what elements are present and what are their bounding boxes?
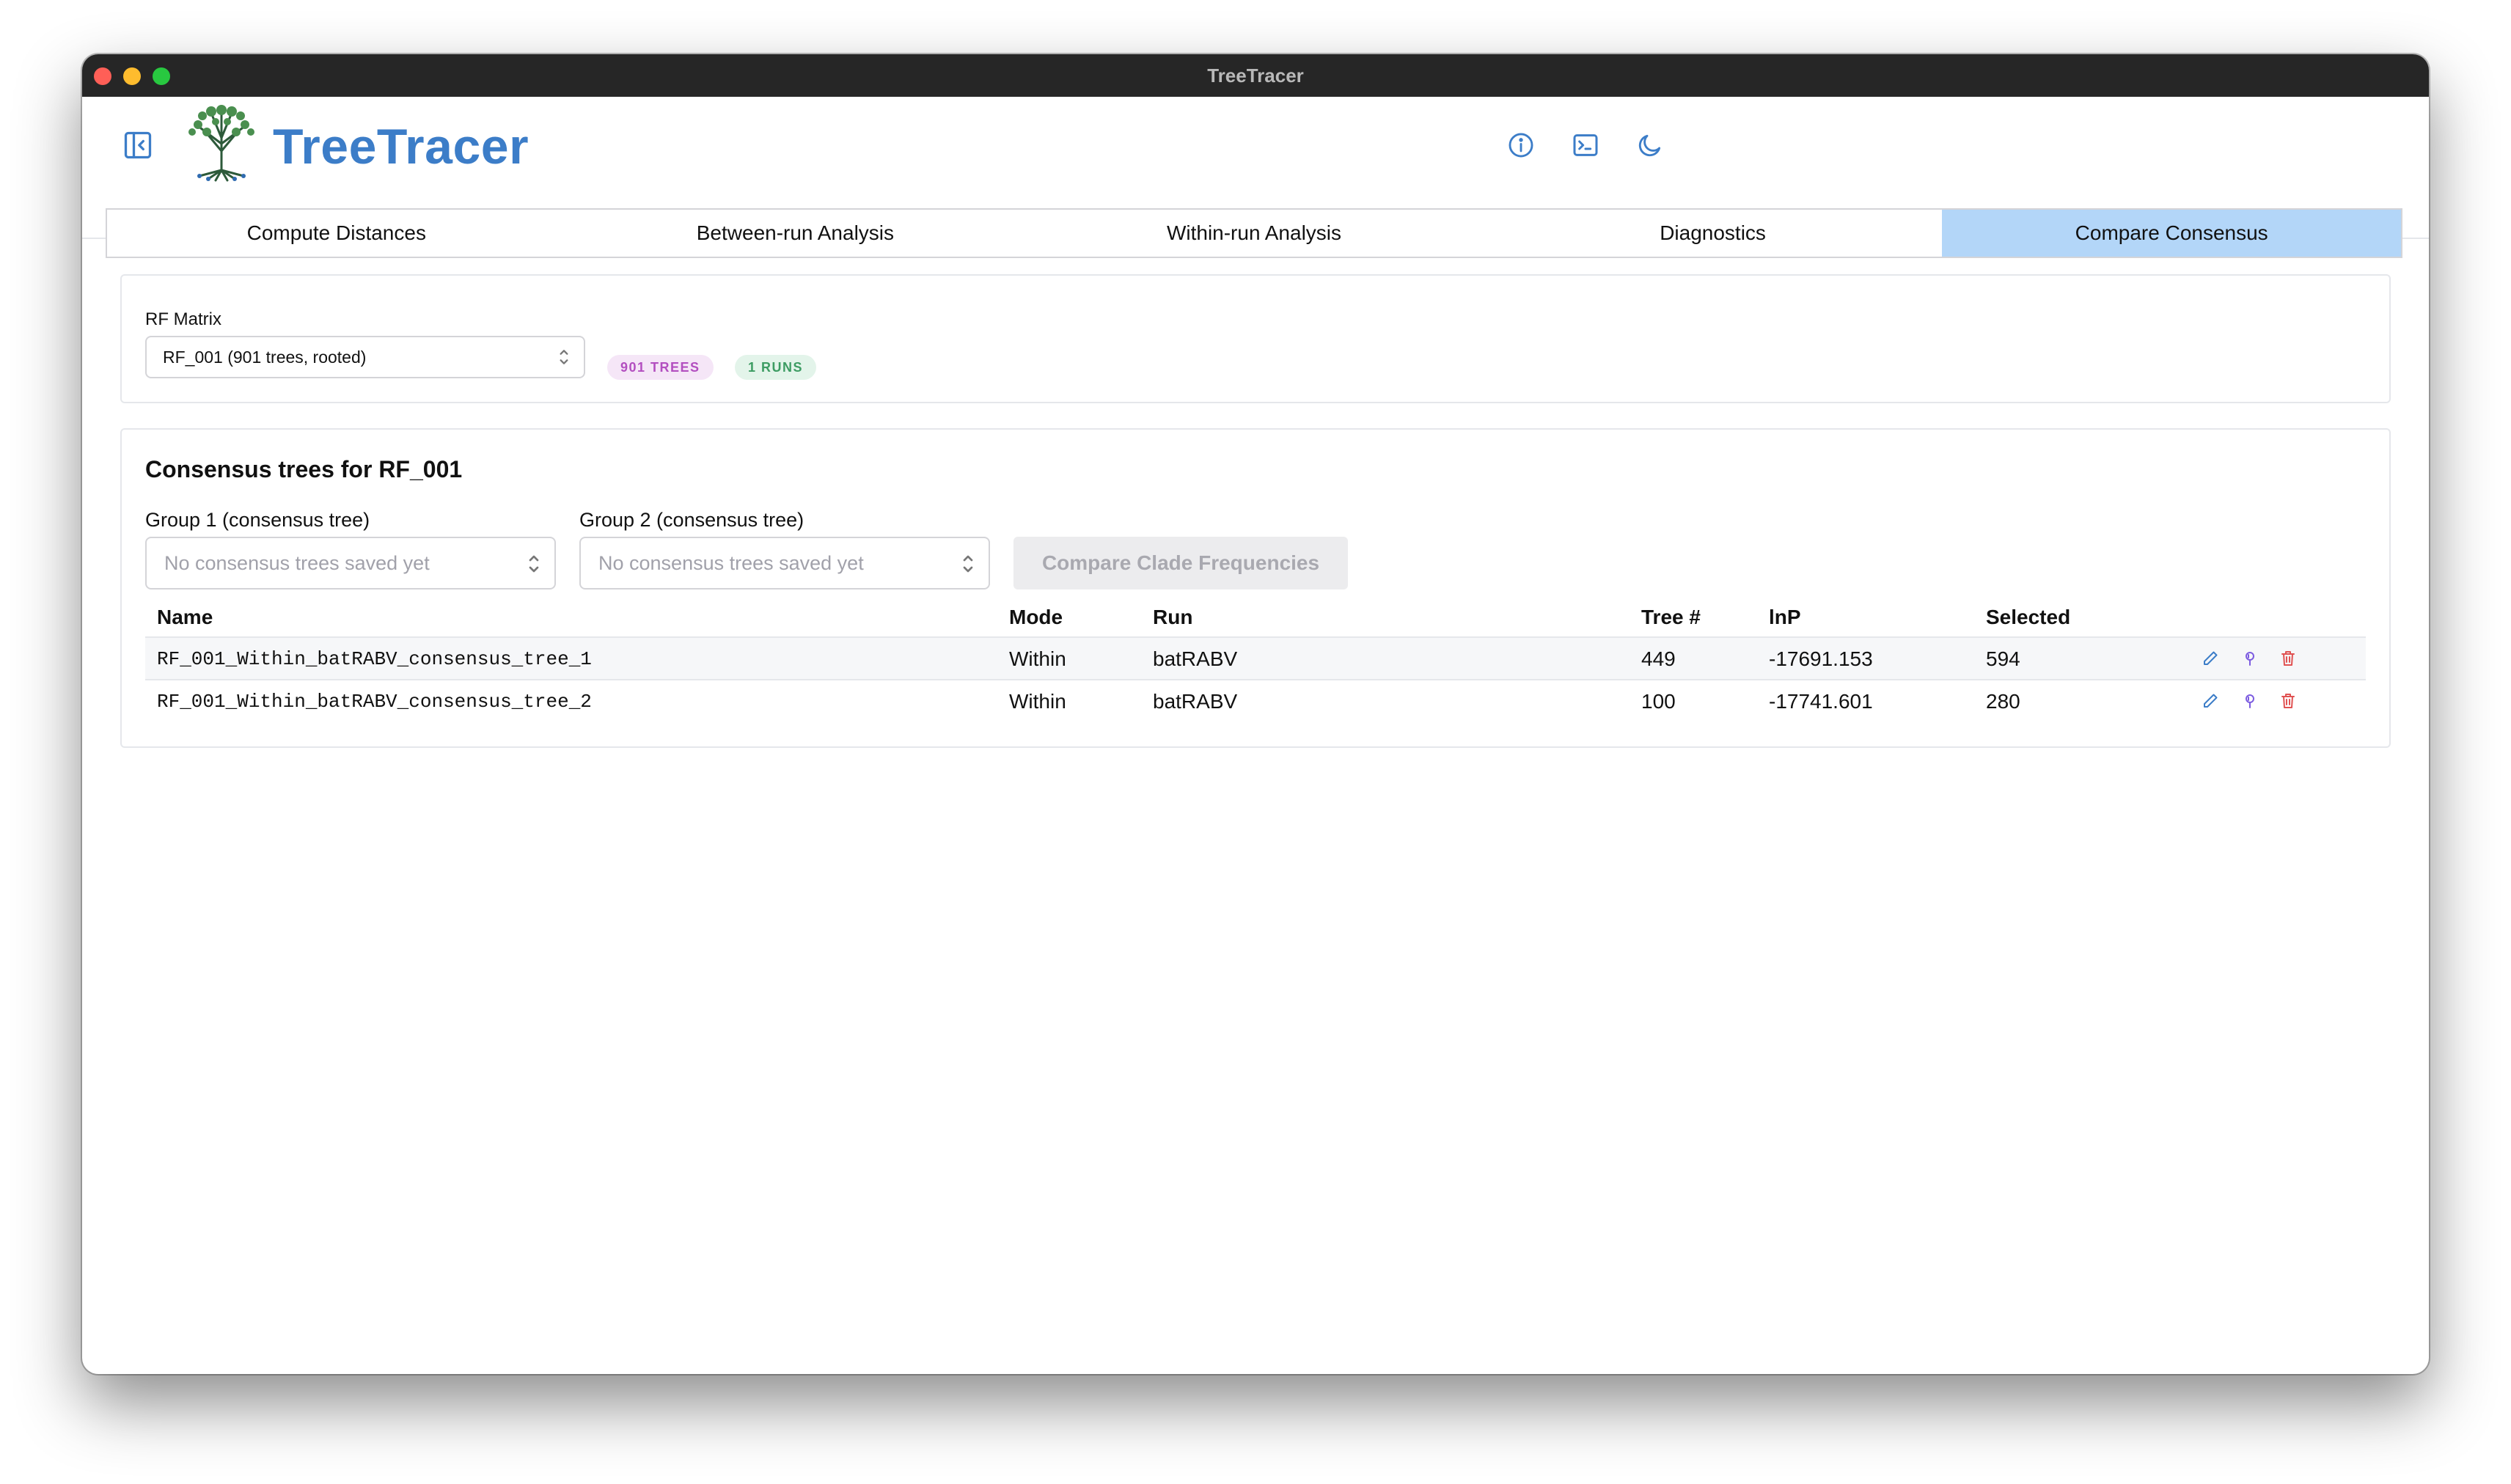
tab-compare-consensus[interactable]: Compare Consensus	[1942, 210, 2401, 257]
group2-label: Group 2 (consensus tree)	[579, 509, 804, 531]
main-tabs: Compute Distances Between-run Analysis W…	[106, 208, 2402, 258]
tab-diagnostics[interactable]: Diagnostics	[1484, 210, 1943, 257]
table-row[interactable]: RF_001_Within_batRABV_consensus_tree_1 W…	[145, 638, 2366, 680]
column-header-run[interactable]: Run	[1153, 606, 1192, 629]
row-name: RF_001_Within_batRABV_consensus_tree_2	[157, 691, 592, 713]
trash-icon[interactable]	[2278, 648, 2298, 669]
row-selected: 280	[1986, 690, 2020, 713]
title-bar: TreeTracer	[82, 54, 2429, 97]
rf-matrix-panel: RF Matrix RF_001 (901 trees, rooted) 901…	[120, 274, 2391, 403]
row-selected: 594	[1986, 647, 2020, 670]
rf-matrix-selected-value: RF_001 (901 trees, rooted)	[163, 348, 367, 367]
row-run: batRABV	[1153, 690, 1238, 713]
row-lnp: -17691.153	[1769, 647, 1873, 670]
row-run: batRABV	[1153, 647, 1238, 670]
row-lnp: -17741.601	[1769, 690, 1873, 713]
terminal-icon[interactable]	[1566, 126, 1605, 164]
runs-count-badge: 1 RUNS	[735, 355, 817, 380]
tab-within-run-analysis[interactable]: Within-run Analysis	[1024, 210, 1484, 257]
consensus-title: Consensus trees for RF_001	[145, 456, 463, 482]
row-tree-number: 449	[1641, 647, 1676, 670]
group2-placeholder: No consensus trees saved yet	[598, 552, 864, 574]
column-header-name[interactable]: Name	[157, 606, 213, 629]
table-header: Name Mode Run Tree # lnP Selected	[145, 595, 2366, 638]
edit-icon[interactable]	[2200, 648, 2221, 669]
row-mode: Within	[1009, 690, 1066, 713]
consensus-table: Name Mode Run Tree # lnP Selected RF_001…	[145, 595, 2366, 721]
group2-select[interactable]: No consensus trees saved yet	[579, 537, 990, 589]
sidebar-toggle-icon[interactable]	[119, 126, 157, 164]
info-icon[interactable]	[1502, 126, 1540, 164]
moon-icon[interactable]	[1631, 126, 1669, 164]
row-tree-number: 100	[1641, 690, 1676, 713]
column-header-selected[interactable]: Selected	[1986, 606, 2070, 629]
column-header-tree-number[interactable]: Tree #	[1641, 606, 1701, 629]
compare-clade-frequencies-button[interactable]: Compare Clade Frequencies	[1013, 537, 1348, 589]
pin-icon[interactable]	[2240, 691, 2260, 711]
chevron-updown-icon	[560, 350, 568, 364]
consensus-panel: Consensus trees for RF_001 Group 1 (cons…	[120, 428, 2391, 748]
trash-icon[interactable]	[2278, 691, 2298, 711]
tab-compute-distances[interactable]: Compute Distances	[107, 210, 566, 257]
pin-icon[interactable]	[2240, 648, 2260, 669]
tree-logo-icon	[188, 105, 254, 182]
edit-icon[interactable]	[2200, 691, 2221, 711]
tab-between-run-analysis[interactable]: Between-run Analysis	[566, 210, 1025, 257]
column-header-mode[interactable]: Mode	[1009, 606, 1063, 629]
chevron-updown-icon	[529, 555, 539, 573]
column-header-lnp[interactable]: lnP	[1769, 606, 1801, 629]
app-title: TreeTracer	[273, 119, 529, 175]
rf-matrix-label: RF Matrix	[145, 309, 221, 329]
window-title: TreeTracer	[1207, 65, 1304, 87]
chevron-updown-icon	[963, 555, 973, 573]
app-window: TreeTracer TreeTracer Compute Distances …	[82, 54, 2429, 1374]
row-mode: Within	[1009, 647, 1066, 670]
table-row[interactable]: RF_001_Within_batRABV_consensus_tree_2 W…	[145, 680, 2366, 721]
group1-placeholder: No consensus trees saved yet	[164, 552, 430, 574]
group1-label: Group 1 (consensus tree)	[145, 509, 370, 531]
group1-select[interactable]: No consensus trees saved yet	[145, 537, 556, 589]
row-name: RF_001_Within_batRABV_consensus_tree_1	[157, 648, 592, 670]
rf-matrix-select[interactable]: RF_001 (901 trees, rooted)	[145, 336, 585, 378]
trees-count-badge: 901 TREES	[607, 355, 714, 380]
